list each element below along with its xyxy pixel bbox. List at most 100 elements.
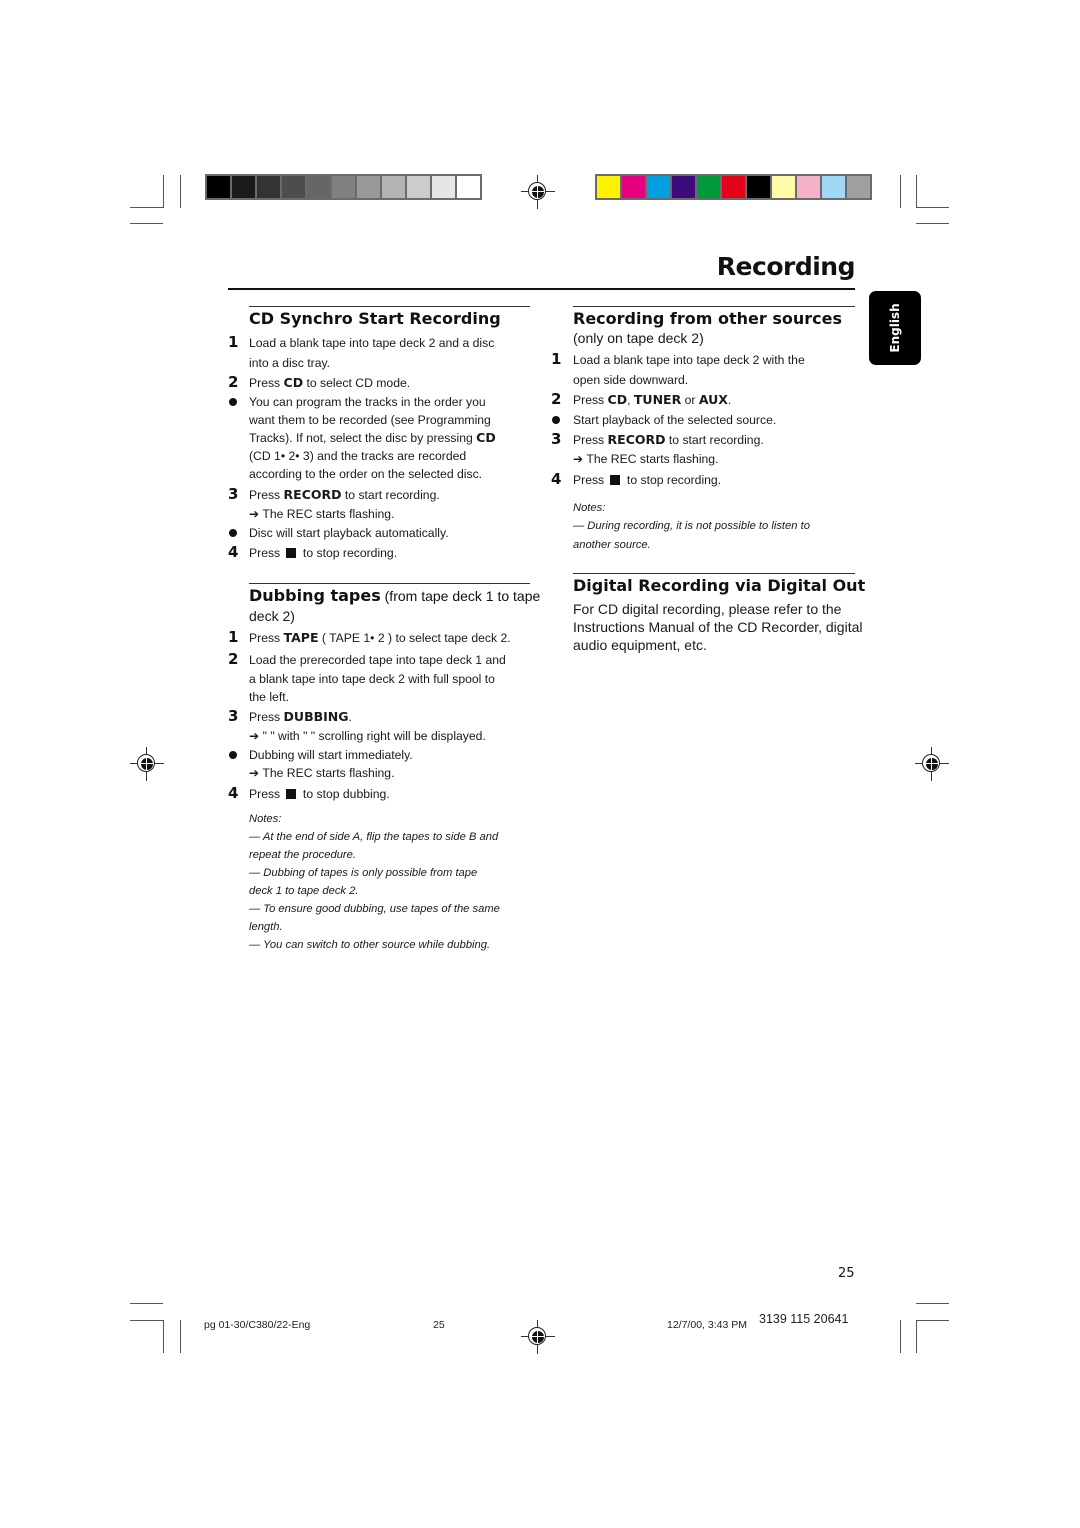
bullet [229, 751, 237, 759]
step-number: 1 [228, 628, 239, 646]
step-text: You can program the tracks in the order … [249, 395, 486, 409]
crop-mark [916, 1320, 917, 1353]
section-rule [573, 573, 855, 574]
grayscale-swatch [282, 176, 305, 198]
note-line: another source. [573, 539, 651, 551]
arrow-icon: ➔ [249, 766, 260, 780]
result-text: ➔ The REC starts flashing. [249, 766, 395, 780]
body-text: For CD digital recording, please refer t… [573, 601, 842, 617]
note-line: — During recording, it is not possible t… [573, 520, 810, 532]
crop-mark [130, 1320, 163, 1321]
title-rule [228, 288, 855, 290]
step-text: Start playback of the selected source. [573, 413, 777, 427]
step-text: Press RECORD to start recording. [573, 432, 764, 447]
stop-icon [609, 475, 620, 485]
grayscale-swatch [307, 176, 330, 198]
crop-mark [916, 1320, 949, 1321]
step-text: Dubbing will start immediately. [249, 748, 413, 762]
crop-mark [130, 1303, 163, 1304]
step-text: Tracks). If not, select the disc by pres… [249, 430, 496, 445]
step-text: according to the order on the selected d… [249, 467, 483, 481]
process-color-swatch [597, 176, 620, 198]
step-text: Press DUBBING. [249, 709, 352, 724]
grayscale-color-bar [205, 174, 482, 200]
bullet [552, 416, 560, 424]
crop-mark [916, 207, 949, 208]
step-text: Load a blank tape into tape deck 2 with … [573, 353, 805, 367]
grayscale-swatch [457, 176, 480, 198]
step-text: Press to stop recording. [249, 546, 398, 560]
arrow-icon: ➔ [249, 507, 260, 521]
process-color-swatch [772, 176, 795, 198]
section-subheading: (only on tape deck 2) [573, 330, 704, 346]
registration-target-icon [521, 1320, 555, 1354]
process-color-swatch [722, 176, 745, 198]
page-title: Recording [716, 252, 856, 281]
section-heading-cd-synchro: CD Synchro Start Recording [249, 309, 501, 328]
note-line: — You can switch to other source while d… [249, 939, 491, 951]
step-text: Press CD to select CD mode. [249, 375, 411, 390]
grayscale-swatch [432, 176, 455, 198]
crop-mark [180, 1320, 181, 1353]
step-number: 3 [228, 707, 239, 725]
step-number: 2 [551, 390, 562, 408]
section-heading-digital-out: Digital Recording via Digital Out [573, 576, 866, 595]
step-text: a blank tape into tape deck 2 with full … [249, 672, 495, 686]
notes-label: Notes: [249, 813, 282, 825]
crop-mark [130, 223, 163, 224]
note-line: — Dubbing of tapes is only possible from… [249, 867, 478, 879]
body-text: Instructions Manual of the CD Recorder, … [573, 619, 863, 635]
step-text: Press to stop dubbing. [249, 787, 390, 801]
section-rule [249, 306, 530, 307]
grayscale-swatch [382, 176, 405, 198]
step-number: 3 [228, 485, 239, 503]
process-color-swatch [822, 176, 845, 198]
note-line: deck 1 to tape deck 2. [249, 885, 359, 897]
step-text: Load the prerecorded tape into tape deck… [249, 653, 506, 667]
section-heading-dubbing-cont: deck 2) [249, 608, 295, 624]
crop-mark [916, 1303, 949, 1304]
step-number: 1 [228, 333, 239, 351]
crop-mark [163, 1320, 164, 1353]
footer-page: 25 [433, 1319, 445, 1331]
step-text: Press TAPE ( TAPE 1• 2 ) to select tape … [249, 630, 511, 645]
registration-target-icon [130, 747, 164, 781]
section-rule [573, 306, 855, 307]
registration-target-icon [521, 175, 555, 209]
arrow-icon: ➔ [249, 729, 260, 743]
language-tab: English [869, 291, 921, 365]
grayscale-swatch [232, 176, 255, 198]
grayscale-swatch [257, 176, 280, 198]
result-text: ➔ " " with " " scrolling right will be d… [249, 729, 486, 743]
result-text: ➔ The REC starts flashing. [573, 452, 719, 466]
section-rule [249, 583, 530, 584]
crop-mark [916, 175, 917, 208]
process-color-swatch [797, 176, 820, 198]
step-number: 3 [551, 430, 562, 448]
process-color-swatch [622, 176, 645, 198]
step-number: 4 [228, 784, 239, 802]
process-color-swatch [747, 176, 770, 198]
step-number: 4 [551, 470, 562, 488]
stop-icon [285, 789, 296, 799]
page-number: 25 [838, 1266, 855, 1281]
crop-mark [900, 1320, 901, 1353]
notes-label: Notes: [573, 502, 606, 514]
step-text: the left. [249, 690, 289, 704]
step-text: (CD 1• 2• 3) and the tracks are recorded [249, 449, 467, 463]
note-line: length. [249, 921, 283, 933]
footer-datetime: 12/7/00, 3:43 PM [667, 1319, 747, 1331]
step-text: Press to stop recording. [573, 473, 722, 487]
grayscale-swatch [407, 176, 430, 198]
grayscale-swatch [207, 176, 230, 198]
crop-mark [130, 207, 163, 208]
step-text: want them to be recorded (see Programmin… [249, 413, 491, 427]
crop-mark [163, 175, 164, 208]
process-color-swatch [647, 176, 670, 198]
arrow-icon: ➔ [573, 452, 584, 466]
step-text: Load a blank tape into tape deck 2 and a… [249, 336, 495, 350]
section-heading-other-sources: Recording from other sources [573, 309, 842, 328]
footer-code: 3139 115 20641 [759, 1312, 849, 1326]
step-text: Press CD, TUNER or AUX. [573, 392, 732, 407]
step-text: Disc will start playback automatically. [249, 526, 449, 540]
